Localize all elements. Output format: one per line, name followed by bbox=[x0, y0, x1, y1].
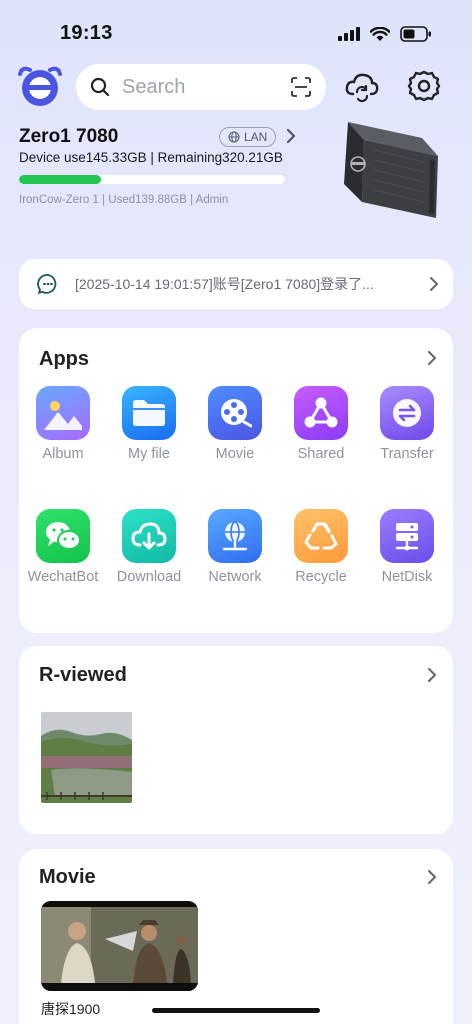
app-label: Shared bbox=[297, 446, 345, 462]
app-label: WechatBot bbox=[27, 569, 99, 585]
chevron-right-icon[interactable] bbox=[285, 126, 297, 146]
storage-progress bbox=[19, 175, 285, 184]
connection-label: LAN bbox=[244, 130, 268, 144]
globe-icon bbox=[228, 131, 240, 143]
wifi-icon bbox=[370, 26, 390, 41]
album-icon bbox=[36, 386, 90, 440]
chevron-right-icon bbox=[430, 277, 438, 291]
network-globe-icon bbox=[208, 509, 262, 563]
apps-card: Apps Album My file Movie Shared Transfer… bbox=[19, 328, 453, 633]
chat-bubble-icon bbox=[37, 274, 57, 294]
app-transfer[interactable]: Transfer bbox=[364, 386, 450, 462]
app-recycle[interactable]: Recycle bbox=[278, 509, 364, 585]
battery-icon bbox=[400, 26, 431, 42]
landscape-photo bbox=[41, 712, 132, 803]
app-label: Download bbox=[116, 569, 182, 585]
app-network[interactable]: Network bbox=[192, 509, 278, 585]
recently-viewed-title: R-viewed bbox=[39, 664, 127, 686]
movie-still bbox=[41, 901, 198, 991]
connection-badge: LAN bbox=[219, 127, 277, 147]
film-reel-icon bbox=[208, 386, 262, 440]
home-indicator bbox=[152, 1008, 320, 1013]
device-name[interactable]: Zero1 7080 bbox=[19, 126, 118, 148]
server-icon bbox=[380, 509, 434, 563]
share-nodes-icon bbox=[294, 386, 348, 440]
app-label: My file bbox=[128, 446, 170, 462]
movie-title: Movie bbox=[39, 866, 96, 888]
app-label: Recycle bbox=[295, 569, 347, 585]
recycle-icon bbox=[294, 509, 348, 563]
nas-device-image bbox=[344, 122, 438, 218]
folder-icon bbox=[122, 386, 176, 440]
status-time: 19:13 bbox=[60, 22, 113, 44]
notification-text: [2025-10-14 19:01:57]账号[Zero1 7080]登录了..… bbox=[75, 276, 374, 292]
transfer-icon bbox=[380, 386, 434, 440]
app-shared[interactable]: Shared bbox=[278, 386, 364, 462]
app-label: Network bbox=[208, 569, 262, 585]
app-label: Movie bbox=[215, 446, 255, 462]
movie-thumbnail[interactable] bbox=[41, 901, 198, 991]
wechat-icon bbox=[36, 509, 90, 563]
chevron-right-icon[interactable] bbox=[427, 667, 437, 683]
cloud-sync-icon bbox=[345, 73, 379, 102]
device-usage: Device use145.33GB | Remaining320.21GB bbox=[19, 150, 283, 165]
movie-card: Movie 唐探1900 bbox=[19, 849, 453, 1024]
app-movie[interactable]: Movie bbox=[192, 386, 278, 462]
chevron-right-icon[interactable] bbox=[427, 869, 437, 885]
recently-viewed-card: R-viewed bbox=[19, 646, 453, 834]
app-label: Album bbox=[42, 446, 84, 462]
app-my-file[interactable]: My file bbox=[106, 386, 192, 462]
search-input[interactable]: Search bbox=[122, 76, 290, 99]
ironcow-logo-icon bbox=[18, 66, 62, 106]
app-label: NetDisk bbox=[381, 569, 433, 585]
app-label: Transfer bbox=[380, 446, 434, 462]
device-meta: IronCow-Zero 1 | Used139.88GB | Admin bbox=[19, 194, 229, 206]
app-download[interactable]: Download bbox=[106, 509, 192, 585]
app-wechatbot[interactable]: WechatBot bbox=[20, 509, 106, 585]
cloud-download-icon bbox=[122, 509, 176, 563]
apps-title: Apps bbox=[39, 348, 89, 370]
search-icon bbox=[90, 77, 110, 97]
storage-progress-fill bbox=[19, 175, 102, 184]
app-netdisk[interactable]: NetDisk bbox=[364, 509, 450, 585]
app-album[interactable]: Album bbox=[20, 386, 106, 462]
search-bar[interactable]: Search bbox=[76, 64, 326, 110]
cloud-sync-button[interactable] bbox=[342, 66, 382, 106]
notification-bar[interactable]: [2025-10-14 19:01:57]账号[Zero1 7080]登录了..… bbox=[19, 259, 453, 309]
scan-icon[interactable] bbox=[290, 76, 312, 98]
app-logo[interactable] bbox=[16, 64, 64, 110]
settings-button[interactable] bbox=[404, 66, 444, 106]
recent-photo-thumbnail[interactable] bbox=[41, 712, 132, 803]
chevron-right-icon[interactable] bbox=[427, 350, 437, 366]
movie-label: 唐探1900 bbox=[41, 1001, 101, 1017]
gear-icon bbox=[407, 70, 441, 102]
status-icons bbox=[338, 26, 432, 42]
signal-icon bbox=[338, 27, 360, 41]
